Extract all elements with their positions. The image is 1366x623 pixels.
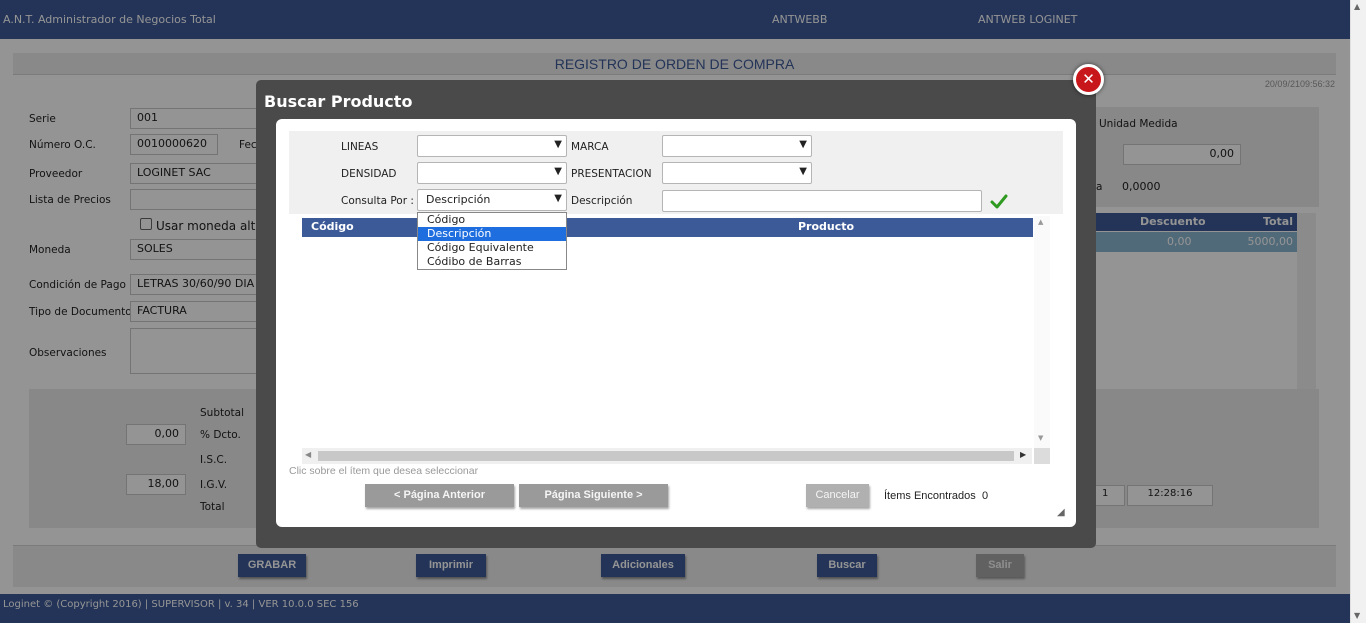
chevron-down-icon: ▼: [799, 166, 807, 177]
page-scrollbar[interactable]: ▲ ▼: [1350, 0, 1366, 623]
descripcion-input[interactable]: [662, 190, 982, 212]
dropdown-option[interactable]: Código Equivalente: [418, 241, 566, 255]
scroll-down-icon[interactable]: ▼: [1038, 434, 1043, 442]
densidad-select[interactable]: ▼: [417, 162, 567, 184]
chevron-down-icon: ▼: [554, 193, 562, 204]
marca-select[interactable]: ▼: [662, 135, 812, 157]
consulta-por-select[interactable]: Descripción ▼: [417, 189, 567, 211]
items-found-label: Ítems Encontrados: [884, 490, 976, 502]
consulta-por-label: Consulta Por :: [341, 195, 414, 207]
cancel-button[interactable]: Cancelar: [806, 484, 869, 507]
check-icon[interactable]: [990, 191, 1008, 211]
consulta-por-dropdown[interactable]: Código Descripción Código Equivalente Có…: [417, 212, 567, 270]
scroll-corner: [1034, 448, 1050, 464]
densidad-label: DENSIDAD: [341, 168, 397, 180]
scroll-down-icon[interactable]: ▼: [1354, 611, 1360, 620]
chevron-down-icon: ▼: [554, 139, 562, 150]
modal-title: Buscar Producto: [264, 92, 413, 111]
scroll-left-icon[interactable]: ◀: [305, 450, 311, 459]
column-producto: Producto: [798, 220, 855, 233]
chevron-down-icon: ▼: [554, 166, 562, 177]
hscroll-thumb[interactable]: [318, 451, 1014, 461]
dropdown-option[interactable]: Descripción: [418, 227, 566, 241]
descripcion-label: Descripción: [571, 195, 633, 207]
marca-label: MARCA: [571, 141, 609, 153]
lineas-label: LINEAS: [341, 141, 379, 153]
presentacion-label: PRESENTACION: [571, 168, 652, 180]
scroll-right-icon[interactable]: ▶: [1020, 450, 1026, 459]
close-icon[interactable]: ✕: [1073, 64, 1104, 95]
results-list[interactable]: [302, 237, 1033, 448]
next-page-button[interactable]: Página Siguiente >: [519, 484, 668, 507]
results-header: Código Producto: [302, 218, 1033, 237]
results-vscrollbar[interactable]: ▲ ▼: [1034, 216, 1050, 448]
resize-grip-icon[interactable]: ◢: [1057, 507, 1065, 518]
scroll-up-icon[interactable]: ▲: [1038, 218, 1043, 226]
items-found-count: 0: [982, 490, 989, 502]
column-codigo: Código: [311, 220, 354, 233]
lineas-select[interactable]: ▼: [417, 135, 567, 157]
presentacion-select[interactable]: ▼: [662, 162, 812, 184]
chevron-down-icon: ▼: [799, 139, 807, 150]
prev-page-button[interactable]: < Página Anterior: [365, 484, 514, 507]
scroll-up-icon[interactable]: ▲: [1354, 2, 1360, 11]
dropdown-option[interactable]: Código: [418, 213, 566, 227]
select-hint: Clic sobre el ítem que desea seleccionar: [289, 465, 479, 477]
dropdown-option[interactable]: Códibo de Barras: [418, 255, 566, 269]
consulta-por-value: Descripción: [426, 193, 491, 206]
